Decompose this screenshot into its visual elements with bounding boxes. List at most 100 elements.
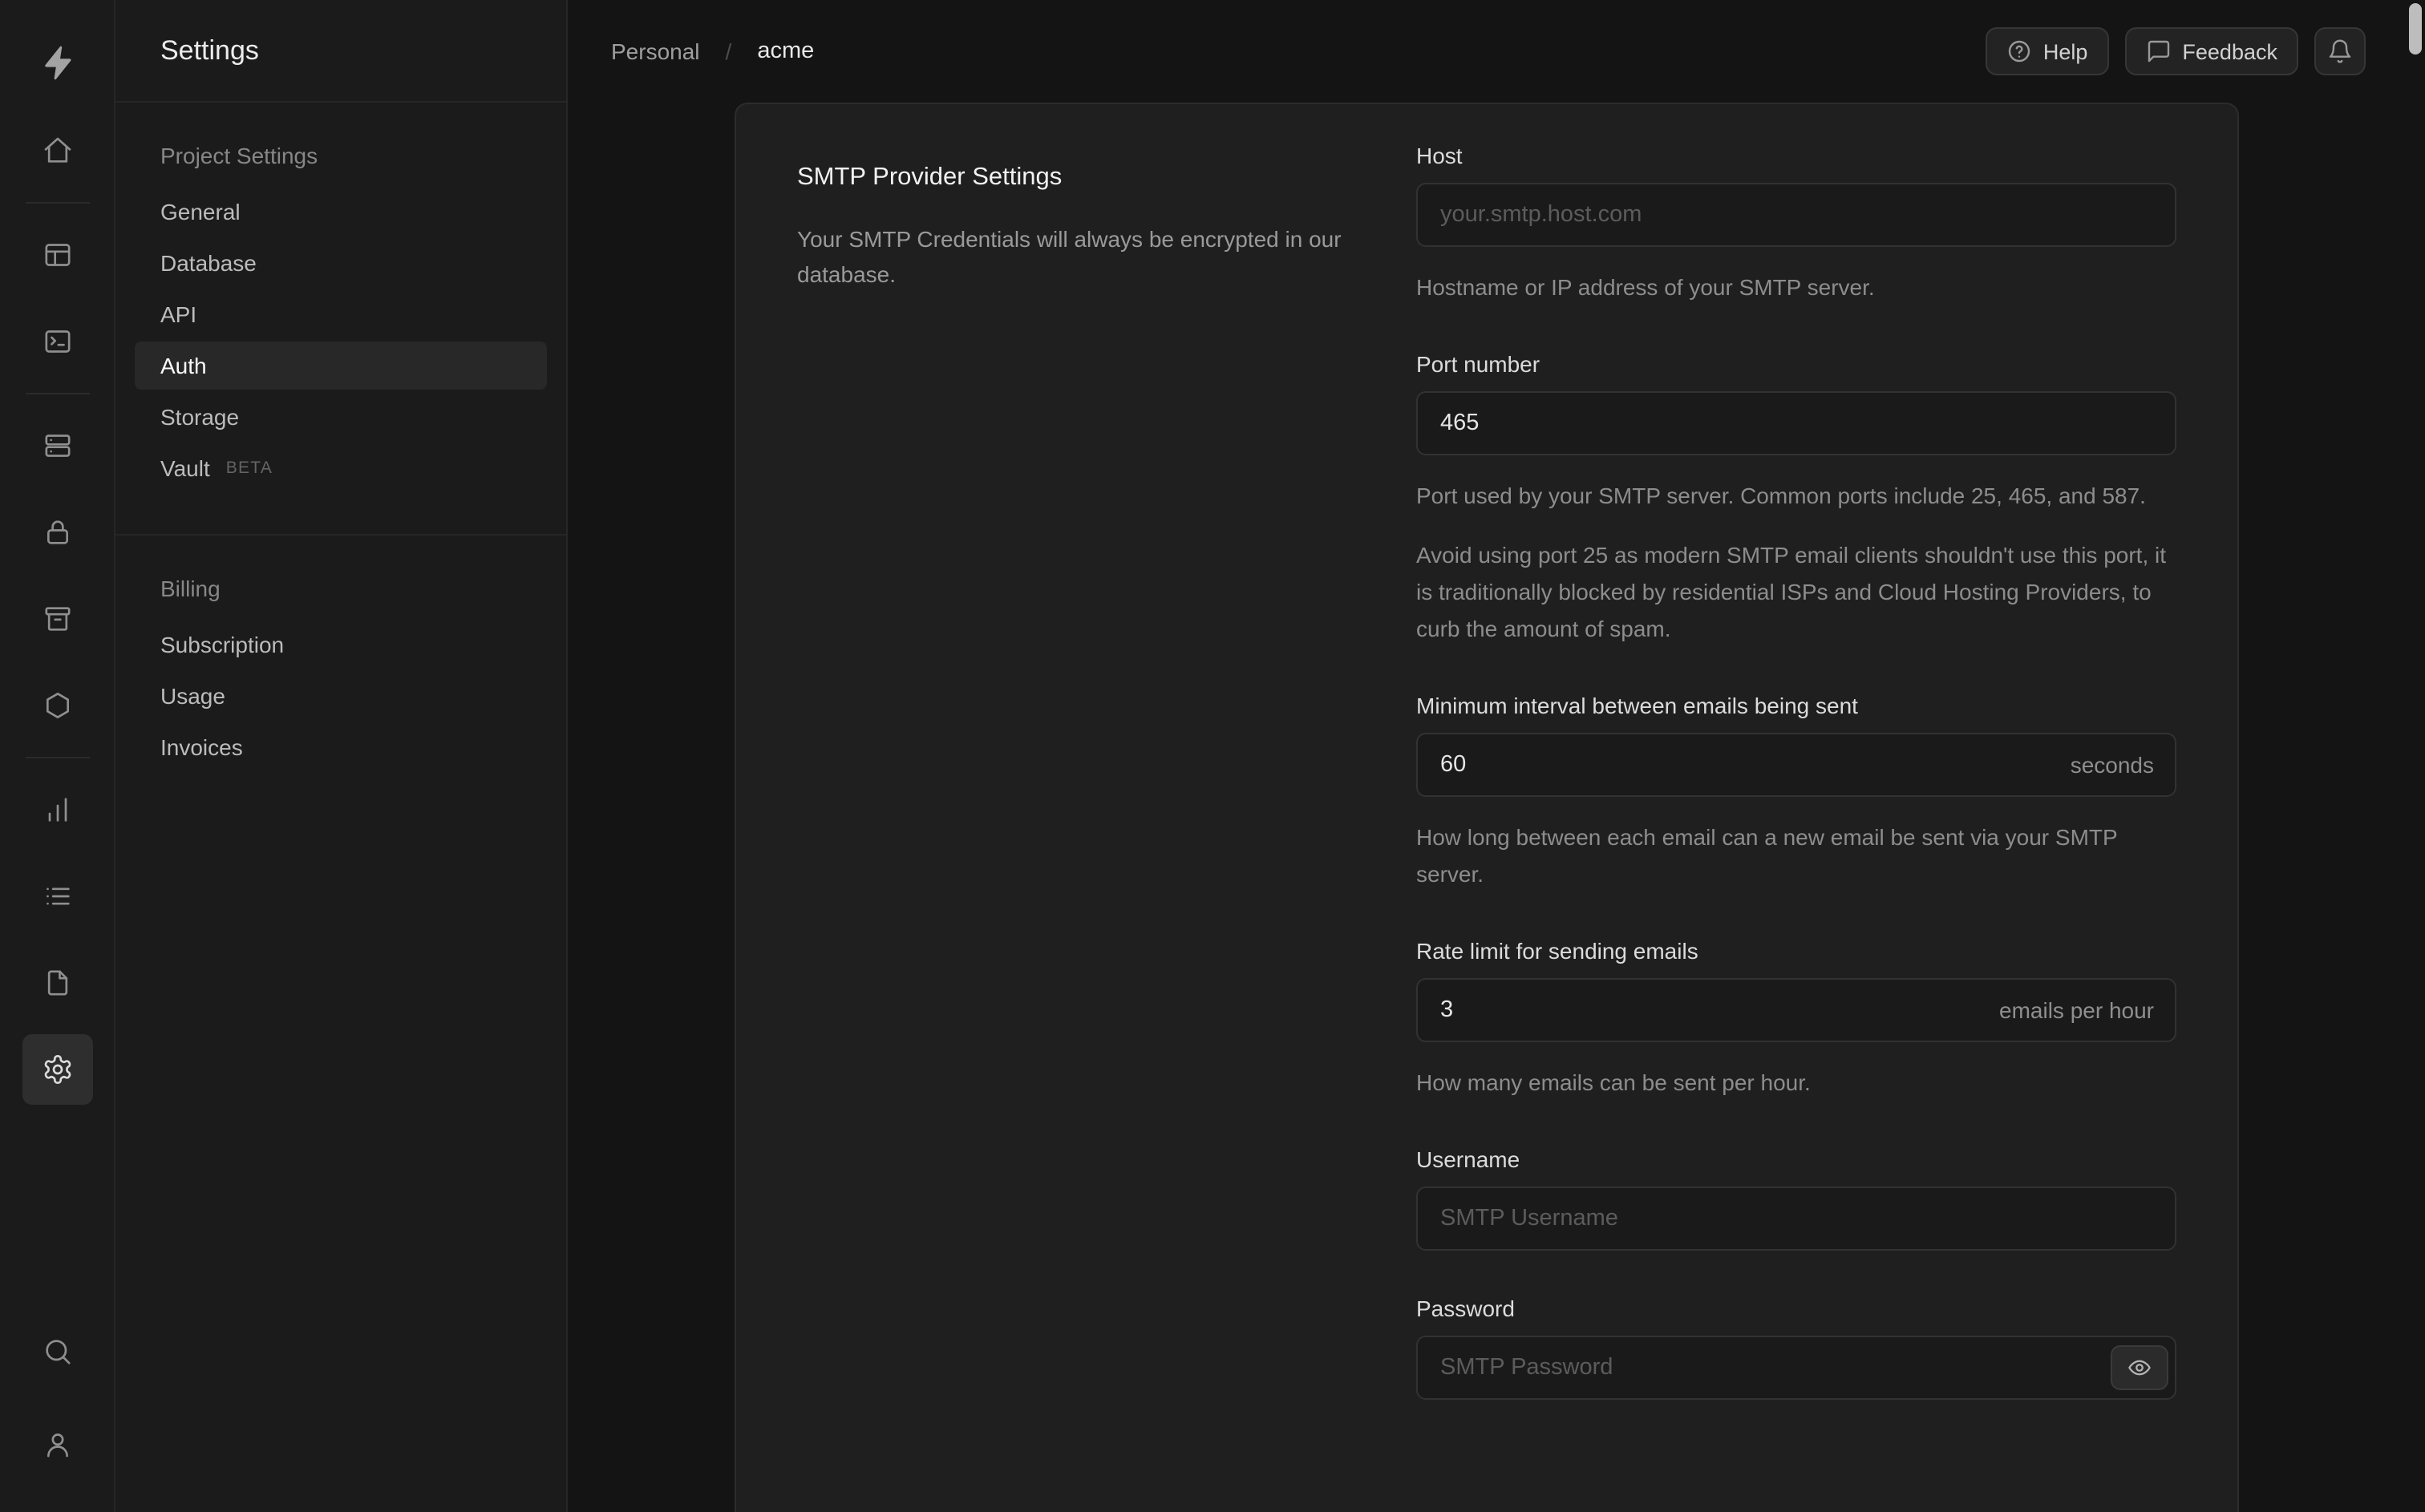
port-label: Port number	[1416, 351, 1540, 377]
host-input-wrap	[1416, 183, 2176, 247]
username-field-group: Username	[1416, 1146, 2176, 1251]
min-interval-field-group: Minimum interval between emails being se…	[1416, 693, 2176, 893]
min-interval-help-text: How long between each email can a new em…	[1416, 824, 2118, 887]
docs-icon	[47, 970, 67, 996]
nav-database-button[interactable]	[22, 410, 92, 481]
sidebar-item-vault[interactable]: Vault BETA	[135, 444, 547, 492]
auth-lock-icon	[47, 520, 67, 544]
account-button[interactable]	[22, 1409, 92, 1480]
host-label: Host	[1416, 143, 1463, 168]
nav-docs-button[interactable]	[22, 948, 92, 1018]
reports-icon	[47, 798, 67, 822]
min-interval-input-wrap: seconds	[1416, 733, 2176, 797]
rate-limit-label: Rate limit for sending emails	[1416, 938, 1698, 964]
rate-limit-help-text: How many emails can be sent per hour.	[1416, 1069, 1811, 1095]
port-field-group: Port number Port used by your SMTP serve…	[1416, 351, 2176, 648]
port-input[interactable]	[1416, 391, 2176, 455]
nav-table-editor-button[interactable]	[22, 220, 92, 290]
host-input[interactable]	[1416, 183, 2176, 247]
nav-sql-editor-button[interactable]	[22, 306, 92, 377]
username-input[interactable]	[1416, 1187, 2176, 1251]
topbar: Personal / acme Help Feedback	[568, 0, 2425, 103]
sidebar-item-general[interactable]: General	[135, 188, 547, 236]
feedback-bubble-icon	[2145, 38, 2171, 64]
username-label: Username	[1416, 1146, 1520, 1172]
database-icon	[44, 435, 70, 457]
notifications-bell-icon	[2327, 38, 2353, 64]
sidebar-item-invoices[interactable]: Invoices	[135, 723, 547, 771]
sidebar-item-subscription[interactable]: Subscription	[135, 621, 547, 669]
sidebar-item-database[interactable]: Database	[135, 239, 547, 287]
breadcrumb-project[interactable]: acme	[757, 38, 814, 64]
smtp-settings-panel: SMTP Provider Settings Your SMTP Credent…	[735, 103, 2239, 1512]
nav-settings-button[interactable]	[22, 1034, 92, 1105]
nav-reports-button[interactable]	[22, 774, 92, 845]
sidebar-item-api[interactable]: API	[135, 290, 547, 338]
rail-nav	[22, 115, 92, 1105]
home-icon	[43, 137, 71, 163]
sidebar-item-label: Vault	[160, 455, 210, 481]
beta-badge: BETA	[225, 459, 273, 478]
table-editor-icon	[44, 244, 70, 266]
sidebar-item-usage[interactable]: Usage	[135, 672, 547, 720]
section-header-project-settings: Project Settings	[160, 143, 318, 168]
smtp-settings-form: Host Hostname or IP address of your SMTP…	[1391, 104, 2237, 1512]
sidebar-nav: Project Settings General Database API Au…	[115, 103, 566, 807]
search-icon	[45, 1340, 70, 1364]
min-interval-input[interactable]	[1416, 733, 2176, 797]
breadcrumb-separator: /	[725, 38, 732, 64]
nav-home-button[interactable]	[22, 115, 92, 186]
rail-divider	[25, 202, 89, 204]
host-help-text: Hostname or IP address of your SMTP serv…	[1416, 274, 1875, 300]
nav-logs-button[interactable]	[22, 861, 92, 932]
rail-bottom	[22, 1316, 92, 1480]
account-icon	[47, 1433, 67, 1457]
rate-limit-field-group: Rate limit for sending emails emails per…	[1416, 938, 2176, 1102]
feedback-button[interactable]: Feedback	[2124, 27, 2298, 75]
password-input-wrap	[1416, 1336, 2176, 1400]
rail-divider	[25, 393, 89, 394]
port-note-text: Avoid using port 25 as modern SMTP email…	[1416, 542, 2167, 641]
panel-description: Your SMTP Credentials will always be enc…	[797, 225, 1342, 287]
nav-edge-functions-button[interactable]	[22, 670, 92, 741]
settings-gear-icon	[43, 1055, 71, 1084]
page-scrollbar[interactable]	[2406, 0, 2425, 1512]
logs-icon	[46, 887, 69, 905]
search-button[interactable]	[22, 1316, 92, 1387]
eye-icon	[2128, 1360, 2151, 1376]
port-help-text: Port used by your SMTP server. Common po…	[1416, 483, 2146, 508]
help-button[interactable]: Help	[1985, 27, 2109, 75]
password-input[interactable]	[1416, 1336, 2176, 1400]
breadcrumb-org[interactable]: Personal	[611, 38, 700, 64]
sidebar-divider	[115, 534, 566, 536]
nav-auth-button[interactable]	[22, 497, 92, 568]
main-area: Personal / acme Help Feedback SMTP Provi…	[568, 0, 2425, 1512]
edge-functions-icon	[46, 693, 68, 718]
sidebar-item-auth[interactable]: Auth	[135, 342, 547, 390]
app-root: Settings Project Settings General Databa…	[0, 0, 2425, 1512]
sidebar-item-storage[interactable]: Storage	[135, 393, 547, 441]
host-field-group: Host Hostname or IP address of your SMTP…	[1416, 143, 2176, 306]
username-input-wrap	[1416, 1187, 2176, 1251]
password-field-group: Password	[1416, 1296, 2176, 1400]
storage-icon	[44, 607, 70, 631]
sidebar-title: Settings	[160, 34, 259, 65]
min-interval-label: Minimum interval between emails being se…	[1416, 693, 1858, 718]
settings-sidebar: Settings Project Settings General Databa…	[115, 0, 568, 1512]
supabase-logo[interactable]	[38, 42, 76, 83]
scrollbar-thumb[interactable]	[2409, 3, 2422, 55]
nav-storage-button[interactable]	[22, 584, 92, 654]
rail-divider	[25, 757, 89, 758]
smtp-settings-intro: SMTP Provider Settings Your SMTP Credent…	[736, 104, 1391, 1512]
section-header-billing: Billing	[160, 576, 221, 601]
nav-rail	[0, 0, 115, 1512]
panel-title: SMTP Provider Settings	[797, 163, 1063, 191]
rate-limit-input[interactable]	[1416, 978, 2176, 1042]
help-button-label: Help	[2042, 39, 2088, 63]
port-input-wrap	[1416, 391, 2176, 455]
rate-limit-input-wrap: emails per hour	[1416, 978, 2176, 1042]
lightning-bolt-icon	[44, 46, 71, 80]
password-visibility-toggle[interactable]	[2111, 1345, 2168, 1390]
notifications-button[interactable]	[2314, 27, 2366, 75]
help-circle-icon	[2006, 38, 2032, 64]
